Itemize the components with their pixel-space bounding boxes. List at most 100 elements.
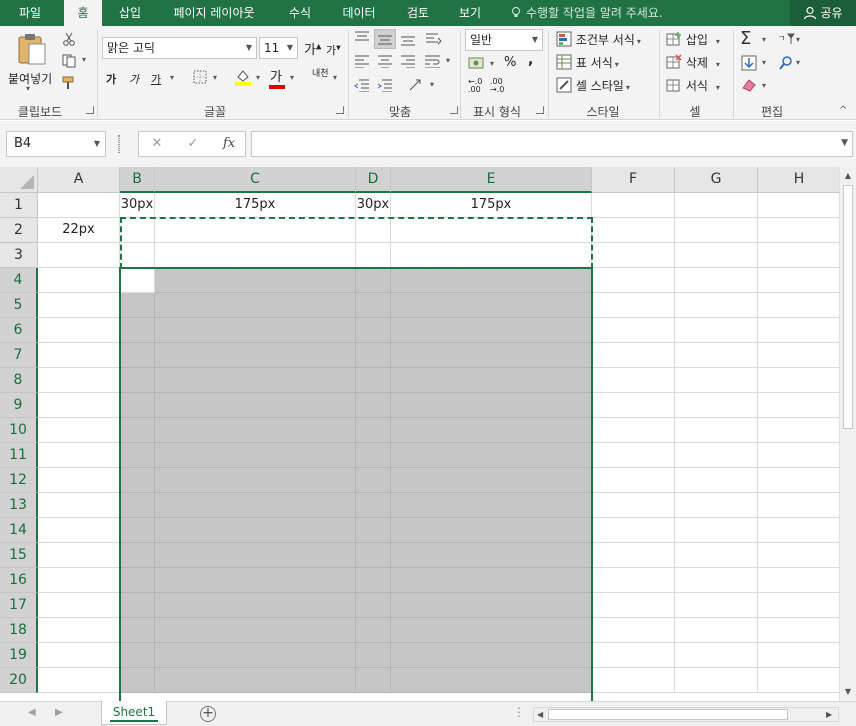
clear-dropdown-icon[interactable]: ▾	[762, 81, 766, 90]
cell-e18[interactable]	[391, 618, 592, 643]
cell-c7[interactable]	[155, 343, 356, 368]
tab-review[interactable]: 검토	[398, 0, 438, 26]
select-all-button[interactable]	[0, 167, 38, 193]
sort-filter-dropdown-icon[interactable]: ▾	[796, 35, 800, 44]
cell-e20[interactable]	[391, 668, 592, 693]
cell-f17[interactable]	[592, 593, 675, 618]
cell-a1[interactable]	[38, 193, 120, 218]
cell-h14[interactable]	[758, 518, 841, 543]
enter-icon[interactable]: ✓	[181, 132, 205, 156]
clipboard-launcher-icon[interactable]	[86, 106, 94, 114]
font-launcher-icon[interactable]	[336, 106, 344, 114]
cell-a12[interactable]	[38, 468, 120, 493]
scissors-icon[interactable]	[62, 32, 76, 46]
format-cells-button[interactable]: 서식 ▾	[666, 77, 720, 94]
row-header-20[interactable]: 20	[0, 668, 38, 693]
decrease-font-size-icon[interactable]: 가▼	[326, 42, 341, 58]
cell-a4[interactable]	[38, 268, 120, 293]
cell-g17[interactable]	[675, 593, 758, 618]
column-header-f[interactable]: F	[592, 167, 675, 193]
cell-h19[interactable]	[758, 643, 841, 668]
cell-h7[interactable]	[758, 343, 841, 368]
cell-b2[interactable]	[120, 218, 155, 243]
cell-c13[interactable]	[155, 493, 356, 518]
alignment-launcher-icon[interactable]	[450, 106, 458, 114]
cell-b13[interactable]	[120, 493, 155, 518]
align-top-icon[interactable]	[354, 30, 370, 44]
align-center-icon[interactable]	[377, 54, 393, 68]
cell-c9[interactable]	[155, 393, 356, 418]
cell-d3[interactable]	[356, 243, 391, 268]
row-header-11[interactable]: 11	[0, 443, 38, 468]
cell-g1[interactable]	[675, 193, 758, 218]
cell-c2[interactable]	[155, 218, 356, 243]
cell-h20[interactable]	[758, 668, 841, 693]
wrap-text-icon[interactable]	[424, 54, 442, 68]
row-header-5[interactable]: 5	[0, 293, 38, 318]
increase-indent-icon[interactable]	[377, 78, 393, 92]
tab-view[interactable]: 보기	[452, 0, 488, 26]
name-box[interactable]: B4 ▼	[6, 131, 106, 157]
column-header-g[interactable]: G	[675, 167, 758, 193]
find-select-icon[interactable]	[778, 55, 794, 71]
row-header-19[interactable]: 19	[0, 643, 38, 668]
row-header-1[interactable]: 1	[0, 193, 38, 218]
cell-a15[interactable]	[38, 543, 120, 568]
format-painter-icon[interactable]	[62, 76, 78, 90]
phonetic-dropdown-icon[interactable]: ▾	[333, 73, 337, 82]
tell-me-search[interactable]: 수행할 작업을 알려 주세요.	[510, 0, 663, 26]
scroll-right-icon[interactable]: ▶	[826, 707, 832, 722]
sort-filter-icon[interactable]: ㄱ	[778, 32, 796, 46]
text-direction-dropdown-icon[interactable]: ▾	[430, 80, 434, 89]
font-size-select[interactable]: 11 ▼	[259, 37, 298, 59]
expand-formula-icon[interactable]: ▼	[841, 138, 848, 148]
cell-b12[interactable]	[120, 468, 155, 493]
vertical-scrollbar[interactable]: ▲ ▼	[839, 167, 856, 701]
cell-d2[interactable]	[356, 218, 391, 243]
fill-dropdown-icon[interactable]: ▾	[762, 58, 766, 67]
cell-h6[interactable]	[758, 318, 841, 343]
cell-c11[interactable]	[155, 443, 356, 468]
cell-e17[interactable]	[391, 593, 592, 618]
cell-d10[interactable]	[356, 418, 391, 443]
column-header-c[interactable]: C	[155, 167, 356, 193]
copy-dropdown-icon[interactable]: ▾	[82, 55, 86, 64]
eraser-icon[interactable]	[741, 78, 757, 92]
cell-b16[interactable]	[120, 568, 155, 593]
cell-h17[interactable]	[758, 593, 841, 618]
formula-bar-grip[interactable]	[118, 135, 120, 153]
cell-e12[interactable]	[391, 468, 592, 493]
increase-font-size-icon[interactable]: 가▲	[304, 39, 321, 58]
cell-f1[interactable]	[592, 193, 675, 218]
cell-f8[interactable]	[592, 368, 675, 393]
cell-a6[interactable]	[38, 318, 120, 343]
cell-d20[interactable]	[356, 668, 391, 693]
cell-e2[interactable]	[391, 218, 592, 243]
column-header-b[interactable]: B	[120, 167, 155, 193]
paste-button[interactable]: 붙여넣기 ▾	[6, 30, 56, 94]
fill-color-icon[interactable]	[234, 68, 252, 86]
decrease-indent-icon[interactable]	[354, 78, 370, 92]
cell-a18[interactable]	[38, 618, 120, 643]
cell-h16[interactable]	[758, 568, 841, 593]
row-header-8[interactable]: 8	[0, 368, 38, 393]
sheet-prev-icon[interactable]: ◀	[28, 707, 36, 718]
cell-g7[interactable]	[675, 343, 758, 368]
cell-d7[interactable]	[356, 343, 391, 368]
text-direction-icon[interactable]	[408, 76, 426, 92]
row-header-18[interactable]: 18	[0, 618, 38, 643]
cell-h3[interactable]	[758, 243, 841, 268]
cell-f6[interactable]	[592, 318, 675, 343]
cell-h11[interactable]	[758, 443, 841, 468]
cell-e1[interactable]: 175px	[391, 193, 592, 218]
conditional-formatting-button[interactable]: 조건부 서식 ▾	[556, 31, 641, 48]
cell-f14[interactable]	[592, 518, 675, 543]
row-header-10[interactable]: 10	[0, 418, 38, 443]
cell-a17[interactable]	[38, 593, 120, 618]
cell-f5[interactable]	[592, 293, 675, 318]
scroll-up-icon[interactable]: ▲	[842, 169, 854, 183]
column-header-h[interactable]: H	[758, 167, 841, 193]
cell-styles-button[interactable]: 셀 스타일 ▾	[556, 77, 630, 94]
align-middle-button[interactable]	[374, 29, 396, 49]
cell-e10[interactable]	[391, 418, 592, 443]
